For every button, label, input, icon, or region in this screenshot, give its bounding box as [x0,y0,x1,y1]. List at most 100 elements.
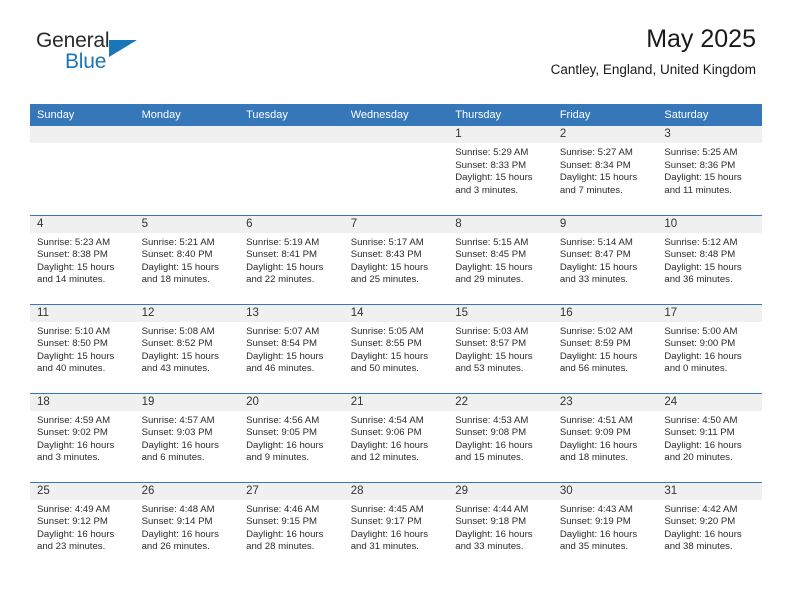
daylight-text-line2: and 26 minutes. [141,541,210,553]
sunrise-text: Sunrise: 4:57 AM [141,414,215,426]
weekday-header-thursday: Thursday [448,104,553,126]
day-number: 3 [657,126,762,143]
daylight-text-line1: Daylight: 16 hours [559,528,638,540]
calendar-day-cell[interactable]: 4 Sunrise: 5:23 AM Sunset: 8:38 PM Daylight… [30,214,135,304]
day-details: Sunrise: 4:45 AM Sunset: 9:17 PM Daylight:… [344,500,449,554]
calendar-day-cell[interactable]: 11 Sunrise: 5:10 AM Sunset: 8:50 PM Dayligh… [30,303,135,393]
page-title: May 2025 [646,25,756,53]
calendar-day-cell[interactable]: 18 Sunrise: 4:59 AM Sunset: 9:02 PM Dayligh… [30,392,135,482]
day-details: Sunrise: 5:10 AM Sunset: 8:50 PM Daylight:… [30,322,135,376]
daylight-text-line2: and 31 minutes. [350,541,419,553]
day-details: Sunrise: 5:27 AM Sunset: 8:34 PM Daylight:… [553,143,658,197]
sunset-text: Sunset: 8:38 PM [37,249,108,261]
page-header: General Blue May 2025 Cantley, England, … [0,0,792,100]
calendar-day-cell[interactable]: 13 Sunrise: 5:07 AM Sunset: 8:54 PM Dayligh… [239,303,344,393]
sunset-text: Sunset: 8:55 PM [350,338,422,350]
day-details: Sunrise: 4:46 AM Sunset: 9:15 PM Daylight:… [239,500,344,554]
calendar-day-cell[interactable]: 26 Sunrise: 4:48 AM Sunset: 9:14 PM Dayligh… [134,481,240,571]
daylight-text-line2: and 40 minutes. [37,363,106,375]
calendar-day-cell-empty [239,126,344,215]
calendar-day-cell[interactable]: 5 Sunrise: 5:21 AM Sunset: 8:40 PM Daylight… [134,214,240,304]
daylight-text-line2: and 20 minutes. [664,452,733,464]
daylight-text-line1: Daylight: 16 hours [246,439,324,451]
calendar-day-cell[interactable]: 28 Sunrise: 4:45 AM Sunset: 9:17 PM Dayligh… [343,481,449,571]
calendar-day-cell[interactable]: 25 Sunrise: 4:49 AM Sunset: 9:12 PM Dayligh… [30,481,135,571]
calendar-day-cell[interactable]: 20 Sunrise: 4:56 AM Sunset: 9:05 PM Dayligh… [239,392,344,482]
day-details: Sunrise: 4:53 AM Sunset: 9:08 PM Daylight:… [448,411,553,465]
sunset-text: Sunset: 8:50 PM [37,338,108,350]
calendar-week-row: 18 Sunrise: 4:59 AM Sunset: 9:02 PM Dayligh… [30,392,762,482]
day-number: 23 [552,393,658,411]
daylight-text-line1: Daylight: 15 hours [246,350,324,362]
calendar-day-cell[interactable]: 23 Sunrise: 4:51 AM Sunset: 9:09 PM Dayligh… [552,392,658,482]
sunset-text: Sunset: 9:20 PM [664,516,736,528]
calendar-day-cell[interactable]: 21 Sunrise: 4:54 AM Sunset: 9:06 PM Dayligh… [343,392,449,482]
triangle-icon [109,40,137,57]
calendar-day-cell[interactable]: 1 Sunrise: 5:29 AM Sunset: 8:33 PM Daylight… [448,126,553,215]
calendar-day-cell[interactable]: 29 Sunrise: 4:44 AM Sunset: 9:18 PM Dayligh… [448,481,553,571]
daylight-text-line2: and 38 minutes. [664,541,733,553]
calendar-day-cell[interactable]: 8 Sunrise: 5:15 AM Sunset: 8:45 PM Daylight… [448,214,553,304]
calendar-day-cell[interactable]: 12 Sunrise: 5:08 AM Sunset: 8:52 PM Dayligh… [134,303,240,393]
day-number: 13 [239,304,344,322]
sunset-text: Sunset: 9:00 PM [664,338,736,350]
day-details: Sunrise: 5:14 AM Sunset: 8:47 PM Daylight:… [553,233,658,287]
sunset-text: Sunset: 9:15 PM [246,516,318,528]
daylight-text-line1: Daylight: 16 hours [664,528,742,540]
calendar-day-cell[interactable]: 16 Sunrise: 5:02 AM Sunset: 8:59 PM Dayligh… [552,303,658,393]
day-number: 21 [343,393,449,411]
calendar-day-cell[interactable]: 24 Sunrise: 4:50 AM Sunset: 9:11 PM Dayligh… [657,392,762,482]
day-number: 10 [657,215,762,233]
day-number: 24 [657,393,762,411]
calendar-day-cell[interactable]: 22 Sunrise: 4:53 AM Sunset: 9:08 PM Dayligh… [448,392,553,482]
daylight-text-line2: and 56 minutes. [559,363,629,375]
daylight-text-line1: Daylight: 16 hours [37,528,115,540]
weekday-header-wednesday: Wednesday [343,104,449,126]
daylight-text-line1: Daylight: 15 hours [559,172,638,184]
daylight-text-line1: Daylight: 15 hours [455,261,533,273]
daylight-text-line1: Daylight: 16 hours [455,439,533,451]
day-number: 2 [552,126,658,143]
calendar-day-cell[interactable]: 6 Sunrise: 5:19 AM Sunset: 8:41 PM Daylight… [239,214,344,304]
day-number: 22 [448,393,553,411]
sunrise-text: Sunrise: 5:27 AM [559,147,633,158]
calendar-day-cell[interactable]: 30 Sunrise: 4:43 AM Sunset: 9:19 PM Dayligh… [552,481,658,571]
day-number: 6 [239,215,344,233]
daylight-text-line2: and 14 minutes. [37,274,106,286]
sunset-text: Sunset: 8:41 PM [246,249,318,261]
daylight-text-line2: and 3 minutes. [37,452,100,464]
day-details: Sunrise: 4:57 AM Sunset: 9:03 PM Daylight:… [135,411,240,465]
weekday-header-sunday: Sunday [30,104,135,126]
sunrise-text: Sunrise: 5:19 AM [246,236,320,248]
sunrise-text: Sunrise: 4:43 AM [559,503,633,515]
calendar-day-cell[interactable]: 10 Sunrise: 5:12 AM Sunset: 8:48 PM Dayligh… [657,214,762,304]
brand-logo[interactable]: General Blue [36,30,156,76]
calendar-day-cell-empty [134,126,240,215]
daylight-text-line1: Daylight: 16 hours [350,528,429,540]
weekday-header-friday: Friday [552,104,658,126]
day-number: 11 [30,304,135,322]
calendar-day-cell[interactable]: 15 Sunrise: 5:03 AM Sunset: 8:57 PM Dayligh… [448,303,553,393]
day-details: Sunrise: 5:17 AM Sunset: 8:43 PM Daylight:… [344,233,449,287]
sunset-text: Sunset: 8:52 PM [141,338,213,350]
day-details: Sunrise: 5:05 AM Sunset: 8:55 PM Daylight:… [344,322,449,376]
calendar-day-cell[interactable]: 3 Sunrise: 5:25 AM Sunset: 8:36 PM Daylight… [657,126,762,215]
day-details: Sunrise: 5:08 AM Sunset: 8:52 PM Daylight:… [135,322,240,376]
calendar-day-cell[interactable]: 19 Sunrise: 4:57 AM Sunset: 9:03 PM Dayligh… [134,392,240,482]
sunset-text: Sunset: 8:33 PM [455,159,527,171]
day-details: Sunrise: 5:02 AM Sunset: 8:59 PM Daylight:… [553,322,658,376]
sunrise-text: Sunrise: 5:08 AM [141,325,215,337]
calendar-day-cell[interactable]: 31 Sunrise: 4:42 AM Sunset: 9:20 PM Dayligh… [657,481,762,571]
day-details [239,143,344,147]
sunrise-text: Sunrise: 5:14 AM [559,236,633,248]
calendar-day-cell[interactable]: 17 Sunrise: 5:00 AM Sunset: 9:00 PM Dayligh… [657,303,762,393]
calendar-day-cell[interactable]: 7 Sunrise: 5:17 AM Sunset: 8:43 PM Daylight… [343,214,449,304]
calendar-day-cell[interactable]: 14 Sunrise: 5:05 AM Sunset: 8:55 PM Dayligh… [343,303,449,393]
calendar-week-row: 4 Sunrise: 5:23 AM Sunset: 8:38 PM Daylight… [30,214,762,304]
calendar-day-cell[interactable]: 2 Sunrise: 5:27 AM Sunset: 8:34 PM Daylight… [552,126,658,215]
calendar-day-cell[interactable]: 9 Sunrise: 5:14 AM Sunset: 8:47 PM Daylight… [552,214,658,304]
calendar-day-cell[interactable]: 27 Sunrise: 4:46 AM Sunset: 9:15 PM Dayligh… [239,481,344,571]
day-number: 30 [552,482,658,500]
sunset-text: Sunset: 8:36 PM [664,159,736,171]
day-details: Sunrise: 4:50 AM Sunset: 9:11 PM Daylight:… [657,411,762,465]
